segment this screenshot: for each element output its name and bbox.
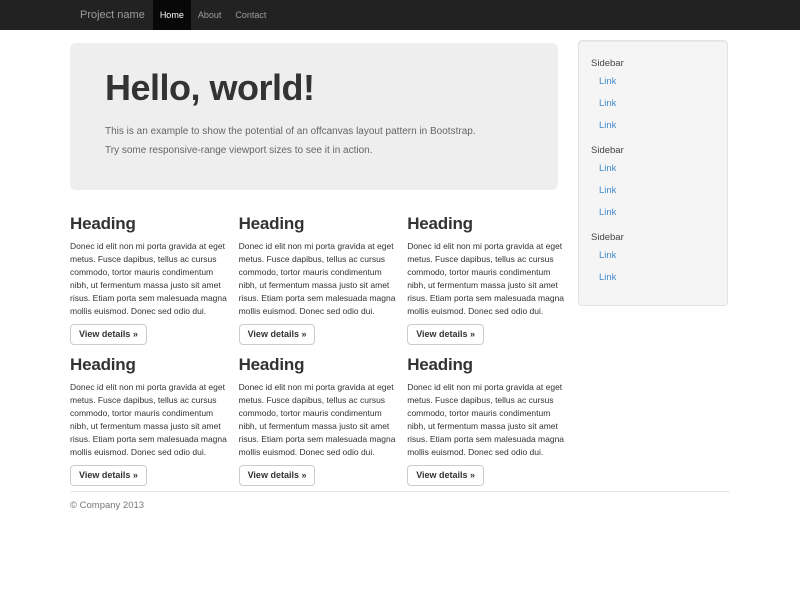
cards-row-1: Heading Donec id elit non mi porta gravi…: [70, 190, 576, 345]
card: Heading Donec id elit non mi porta gravi…: [239, 190, 408, 345]
card: Heading Donec id elit non mi porta gravi…: [70, 190, 239, 345]
main-column: Hello, world! This is an example to show…: [70, 30, 576, 486]
sidebar-link[interactable]: Link: [591, 71, 715, 93]
top-navbar: Project name Home About Contact: [0, 0, 800, 30]
card-heading: Heading: [239, 354, 397, 375]
sidebar-group-3: Sidebar Link Link: [591, 224, 715, 289]
cards-row-2: Heading Donec id elit non mi porta gravi…: [70, 345, 576, 486]
card-heading: Heading: [407, 354, 565, 375]
copyright-text: © Company 2013: [70, 500, 730, 511]
sidebar-link[interactable]: Link: [591, 180, 715, 202]
card-heading: Heading: [239, 213, 397, 234]
page-container: Hello, world! This is an example to show…: [70, 30, 730, 519]
sidebar-group-header: Sidebar: [591, 48, 715, 71]
sidebar-link[interactable]: Link: [591, 267, 715, 289]
navbar-container: Project name Home About Contact: [70, 0, 730, 30]
brand-link[interactable]: Project name: [70, 0, 153, 30]
sidebar-link[interactable]: Link: [591, 158, 715, 180]
card-heading: Heading: [407, 213, 565, 234]
card: Heading Donec id elit non mi porta gravi…: [239, 345, 408, 486]
sidebar-group-header: Sidebar: [591, 137, 715, 158]
view-details-button[interactable]: View details »: [407, 324, 484, 345]
card-body-text: Donec id elit non mi porta gravida at eg…: [407, 240, 565, 318]
content-row: Hello, world! This is an example to show…: [70, 30, 730, 486]
page-footer: © Company 2013: [70, 491, 730, 519]
sidebar-group-1: Sidebar Link Link Link: [591, 48, 715, 137]
jumbotron-description: This is an example to show the potential…: [105, 122, 490, 160]
card-body-text: Donec id elit non mi porta gravida at eg…: [407, 381, 565, 459]
sidebar-link[interactable]: Link: [591, 245, 715, 267]
sidebar-link[interactable]: Link: [591, 93, 715, 115]
view-details-button[interactable]: View details »: [407, 465, 484, 486]
card-body-text: Donec id elit non mi porta gravida at eg…: [70, 240, 228, 318]
view-details-button[interactable]: View details »: [239, 324, 316, 345]
view-details-button[interactable]: View details »: [70, 324, 147, 345]
page-title: Hello, world!: [105, 68, 528, 108]
sidebar-group-2: Sidebar Link Link Link: [591, 137, 715, 224]
card: Heading Donec id elit non mi porta gravi…: [407, 190, 576, 345]
card: Heading Donec id elit non mi porta gravi…: [407, 345, 576, 486]
card-heading: Heading: [70, 354, 228, 375]
sidebar-link[interactable]: Link: [591, 115, 715, 137]
nav-item-about[interactable]: About: [191, 0, 229, 30]
nav-item-home[interactable]: Home: [153, 0, 191, 30]
view-details-button[interactable]: View details »: [70, 465, 147, 486]
card-body-text: Donec id elit non mi porta gravida at eg…: [239, 381, 397, 459]
sidebar-group-header: Sidebar: [591, 224, 715, 245]
view-details-button[interactable]: View details »: [239, 465, 316, 486]
sidebar-link[interactable]: Link: [591, 202, 715, 224]
card-body-text: Donec id elit non mi porta gravida at eg…: [239, 240, 397, 318]
card-body-text: Donec id elit non mi porta gravida at eg…: [70, 381, 228, 459]
card: Heading Donec id elit non mi porta gravi…: [70, 345, 239, 486]
navbar-menu: Home About Contact: [153, 0, 274, 30]
jumbotron: Hello, world! This is an example to show…: [70, 43, 558, 190]
card-heading: Heading: [70, 213, 228, 234]
sidebar: Sidebar Link Link Link Sidebar Link Link…: [578, 40, 728, 306]
nav-item-contact[interactable]: Contact: [228, 0, 273, 30]
